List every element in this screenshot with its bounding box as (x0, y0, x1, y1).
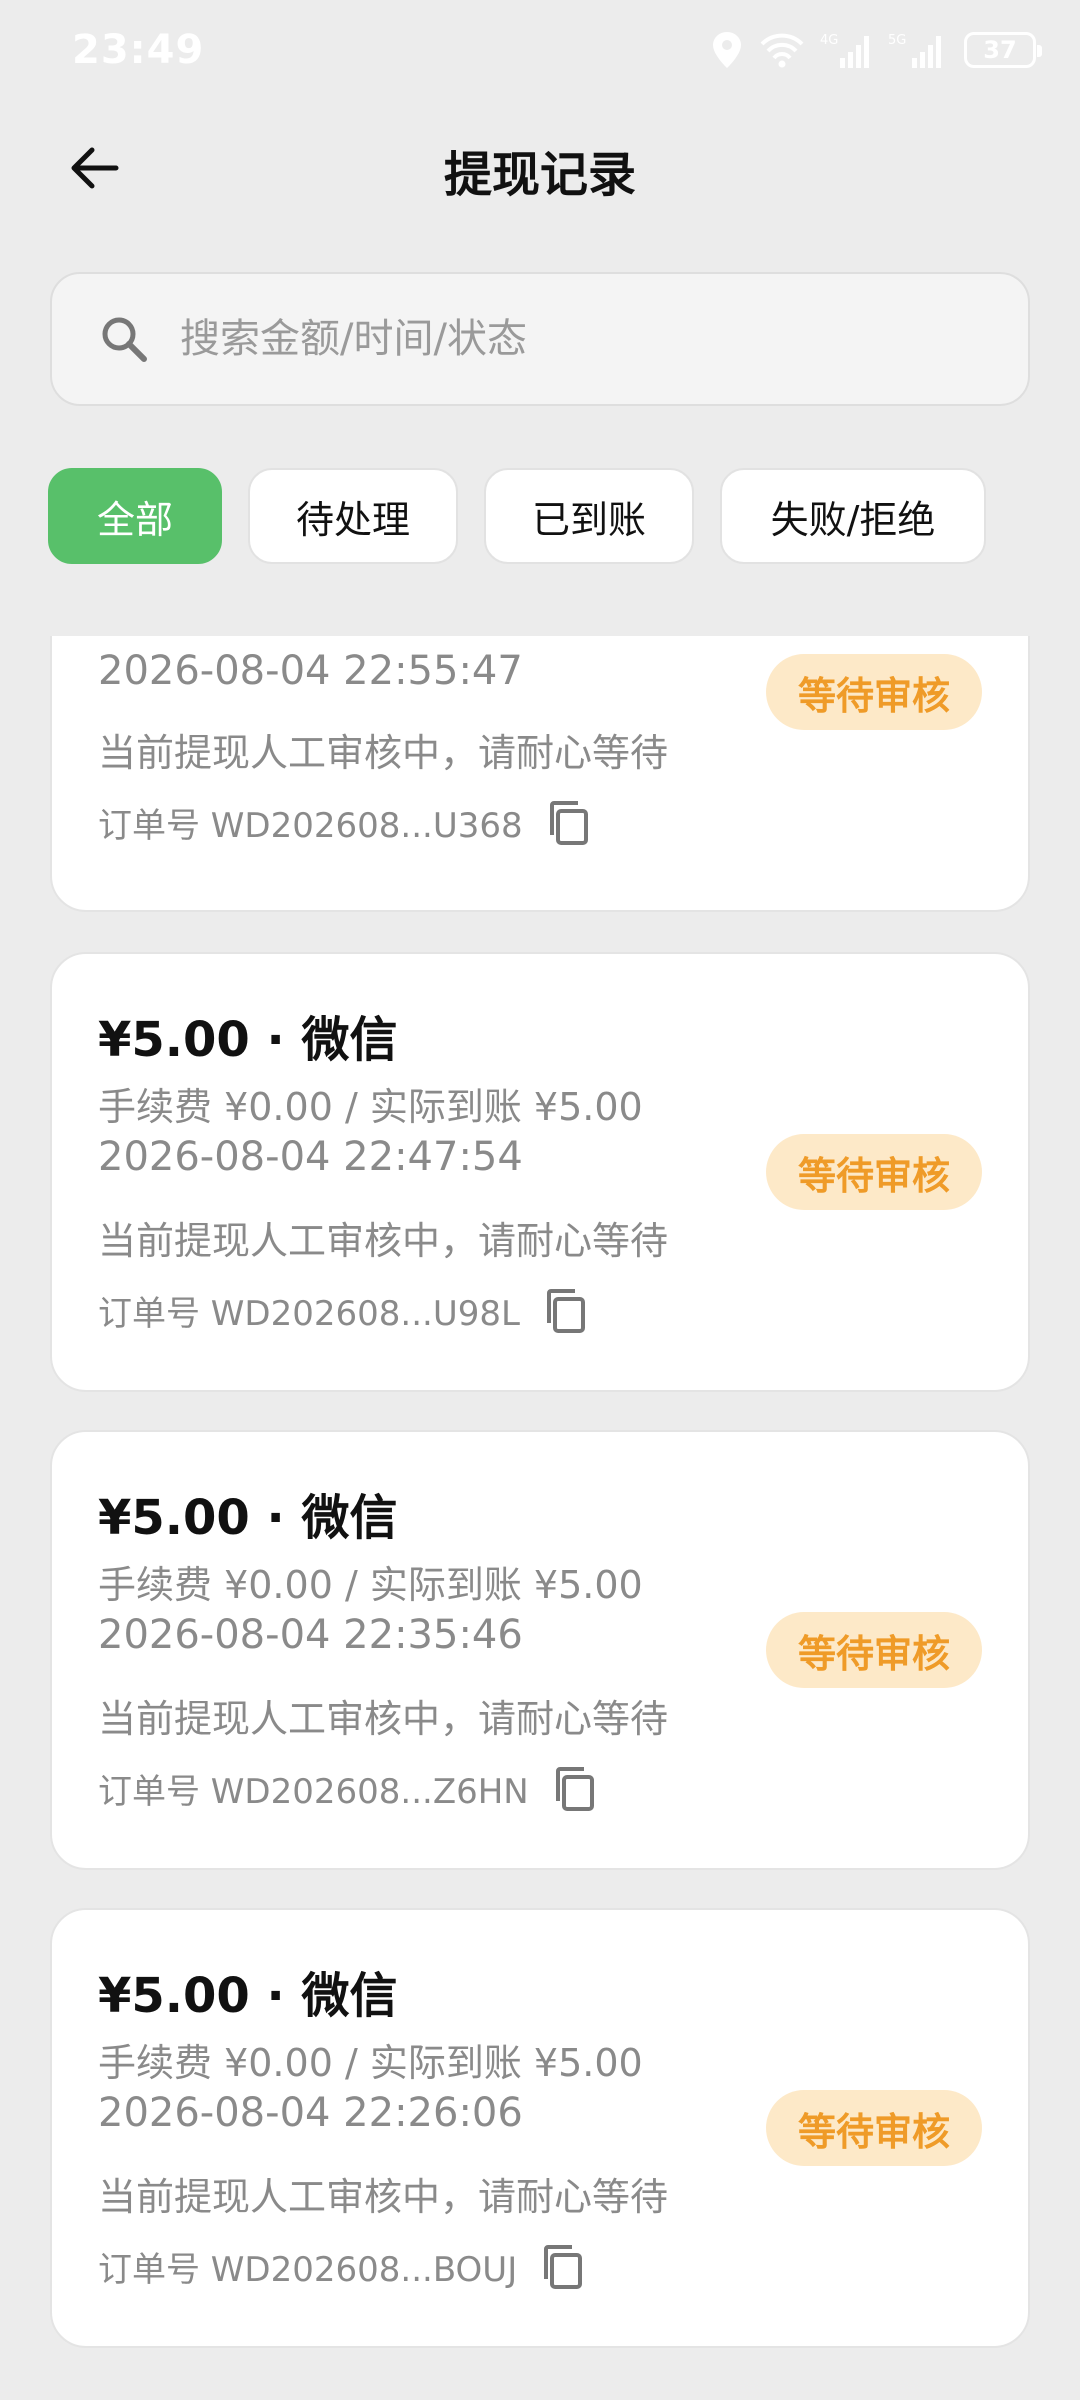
record-fee: 手续费 ¥0.00 / 实际到账 ¥5.00 (98, 1563, 643, 1607)
record-datetime: 2026-08-04 22:47:54 (98, 1134, 523, 1180)
record-amount: ¥5.00 · 微信 (98, 1968, 398, 2024)
record-note: 当前提现人工审核中，请耐心等待 (98, 1219, 669, 1263)
page-header: 提现记录 (0, 120, 1080, 220)
status-badge: 等待审核 (766, 654, 982, 730)
record-amount: ¥5.00 · 微信 (98, 1012, 398, 1068)
status-icons: 4G 5G 37 (710, 30, 1042, 70)
signal-5g-icon: 5G (888, 30, 950, 70)
page-title: 提现记录 (443, 147, 636, 203)
order-number: 订单号 WD202608...Z6HN (98, 1772, 529, 1812)
copy-icon[interactable] (545, 799, 593, 847)
record-note: 当前提现人工审核中，请耐心等待 (98, 1697, 669, 1741)
order-number: 订单号 WD202608...BOUJ (98, 2250, 518, 2290)
signal-4g-icon: 4G (820, 30, 874, 70)
status-badge: 等待审核 (766, 1134, 982, 1210)
status-badge: 等待审核 (766, 1612, 982, 1688)
withdrawal-card[interactable]: 2026-08-04 22:55:47 当前提现人工审核中，请耐心等待 订单号 … (50, 636, 1030, 912)
record-datetime: 2026-08-04 22:26:06 (98, 2090, 523, 2136)
record-order: 订单号 WD202608...U368 (98, 798, 593, 847)
record-datetime: 2026-08-04 22:35:46 (98, 1612, 523, 1658)
arrow-left-icon (66, 140, 122, 200)
withdrawal-card[interactable]: ¥5.00 · 微信 手续费 ¥0.00 / 实际到账 ¥5.00 2026-0… (50, 1908, 1030, 2348)
record-order: 订单号 WD202608...Z6HN (98, 1764, 599, 1813)
search-icon (96, 311, 152, 367)
filter-pending[interactable]: 待处理 (248, 468, 458, 564)
wifi-icon (758, 30, 806, 70)
copy-icon[interactable] (542, 1287, 590, 1335)
status-time: 23:49 (72, 27, 205, 73)
record-fee: 手续费 ¥0.00 / 实际到账 ¥5.00 (98, 2041, 643, 2085)
record-order: 订单号 WD202608...BOUJ (98, 2242, 587, 2291)
filter-failed-rejected[interactable]: 失败/拒绝 (720, 468, 986, 564)
filter-tabs: 全部 待处理 已到账 失败/拒绝 (48, 468, 986, 564)
record-order: 订单号 WD202608...U98L (98, 1286, 590, 1335)
filter-all[interactable]: 全部 (48, 468, 222, 564)
battery-level: 37 (983, 36, 1017, 64)
withdrawal-card[interactable]: ¥5.00 · 微信 手续费 ¥0.00 / 实际到账 ¥5.00 2026-0… (50, 1430, 1030, 1870)
order-number: 订单号 WD202608...U368 (98, 806, 523, 846)
record-note: 当前提现人工审核中，请耐心等待 (98, 731, 669, 775)
svg-text:5G: 5G (888, 33, 906, 48)
filter-received[interactable]: 已到账 (484, 468, 694, 564)
status-bar: 23:49 4G 5G 37 (0, 0, 1080, 100)
location-icon (710, 30, 744, 70)
search-bar[interactable] (50, 272, 1030, 406)
withdrawal-list[interactable]: 2026-08-04 22:55:47 当前提现人工审核中，请耐心等待 订单号 … (0, 636, 1080, 2400)
svg-text:4G: 4G (820, 33, 838, 48)
status-badge: 等待审核 (766, 2090, 982, 2166)
record-note: 当前提现人工审核中，请耐心等待 (98, 2175, 669, 2219)
record-datetime: 2026-08-04 22:55:47 (98, 648, 523, 694)
order-number: 订单号 WD202608...U98L (98, 1294, 520, 1334)
record-amount: ¥5.00 · 微信 (98, 1490, 398, 1546)
withdrawal-card[interactable]: ¥5.00 · 微信 手续费 ¥0.00 / 实际到账 ¥5.00 2026-0… (50, 952, 1030, 1392)
search-input[interactable] (180, 316, 980, 362)
copy-icon[interactable] (539, 2243, 587, 2291)
battery-icon: 37 (964, 32, 1042, 68)
back-button[interactable] (62, 138, 126, 202)
record-fee: 手续费 ¥0.00 / 实际到账 ¥5.00 (98, 1085, 643, 1129)
copy-icon[interactable] (551, 1765, 599, 1813)
